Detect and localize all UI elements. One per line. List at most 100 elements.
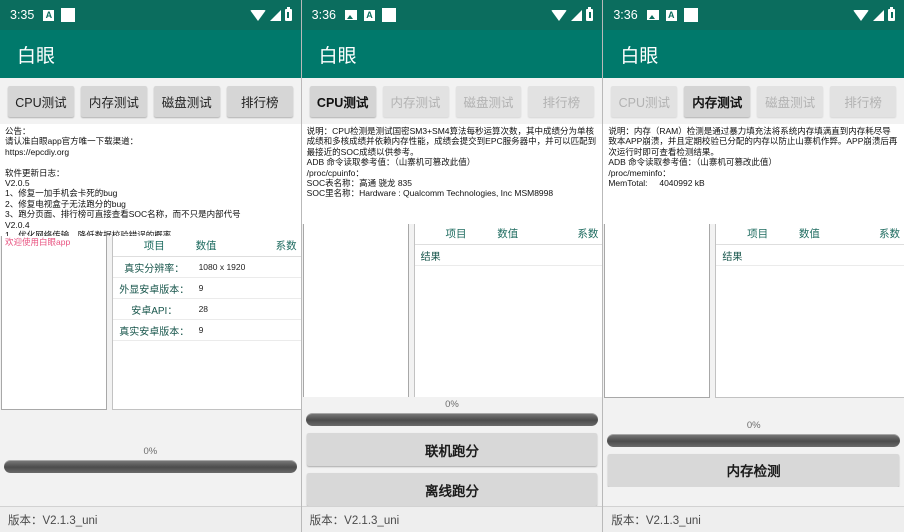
tab-cpu[interactable]: CPU测试 bbox=[611, 85, 678, 117]
table-header-item: 项目 bbox=[414, 224, 498, 245]
cell-item: 真实安卓版本： bbox=[113, 319, 196, 341]
table-header-coef: 系数 bbox=[860, 224, 904, 245]
wifi-icon bbox=[853, 9, 870, 21]
screen-memory: 3:36 A 白眼 CPU测试 内存测试 磁盘测试 排行榜 说明：内存（RAM）检测是通过暴力… bbox=[603, 0, 904, 532]
status-bar: 3:36 A bbox=[301, 0, 603, 30]
progress-percent-label: 0% bbox=[143, 445, 158, 457]
tab-cpu[interactable]: CPU测试 bbox=[8, 85, 74, 117]
log-output-box[interactable] bbox=[302, 224, 409, 397]
battery-icon bbox=[284, 7, 292, 21]
description-text: 公告： 请认准白眼app官方唯一下载渠道： https://epcdiy.org… bbox=[0, 124, 301, 236]
cell-coef bbox=[257, 298, 301, 320]
table-header-value: 数值 bbox=[497, 224, 560, 245]
tab-ranking[interactable]: 排行榜 bbox=[528, 85, 595, 117]
results-table: 项目 数值 系数 真实分辨率： 1080 x 1920 外显安卓版本： 9 安卓API： 28 真… bbox=[113, 236, 301, 341]
status-bar: 3:35 A bbox=[0, 0, 301, 30]
table-row: 外显安卓版本： 9 bbox=[113, 277, 301, 299]
cell-value: 9 bbox=[195, 319, 258, 341]
progress-bar[interactable] bbox=[607, 433, 901, 447]
app-title: 白眼 bbox=[620, 45, 659, 67]
status-bar-left-icons: A bbox=[43, 8, 249, 22]
cell-value bbox=[798, 244, 861, 266]
results-table: 项目 数值 系数 结果 bbox=[716, 224, 904, 266]
tab-label: 内存测试 bbox=[692, 95, 743, 110]
version-label: 版本：V2.1.3_uni bbox=[8, 514, 98, 527]
tab-cpu[interactable]: CPU测试 bbox=[309, 85, 376, 117]
table-header-item: 项目 bbox=[716, 224, 799, 245]
tab-memory[interactable]: 内存测试 bbox=[684, 85, 751, 117]
cell-value bbox=[497, 244, 560, 266]
cell-coef bbox=[257, 256, 301, 278]
progress-bar[interactable] bbox=[305, 413, 599, 426]
tab-label: 内存测试 bbox=[390, 95, 441, 110]
table-header-row: 项目 数值 系数 bbox=[113, 236, 301, 257]
online-benchmark-button[interactable]: 联机跑分 bbox=[306, 433, 598, 466]
status-bar-right-icons bbox=[551, 7, 594, 21]
log-welcome-text: 欢迎使用白眼app bbox=[5, 237, 71, 247]
cell-coef bbox=[257, 319, 301, 341]
letter-a-icon: A bbox=[364, 9, 376, 21]
tab-label: 内存测试 bbox=[88, 95, 139, 110]
tab-label: CPU测试 bbox=[618, 95, 670, 110]
app-title: 白眼 bbox=[17, 45, 56, 67]
screen-home: 3:35 A 白眼 CPU测试 内存测试 磁盘测试 排行榜公告： 请认准白眼app官方唯一下… bbox=[0, 0, 301, 532]
cell-item: 结果 bbox=[716, 244, 799, 266]
tab-disk[interactable]: 磁盘测试 bbox=[153, 85, 220, 117]
tab-disk[interactable]: 磁盘测试 bbox=[757, 85, 824, 117]
status-bar: 3:36 A bbox=[603, 0, 904, 30]
tab-label: 磁盘测试 bbox=[161, 95, 212, 110]
results-table-wrapper: 项目 数值 系数 真实分辨率： 1080 x 1920 外显安卓版本： 9 安卓API： 28 真… bbox=[112, 236, 301, 410]
status-bar-left-icons: A bbox=[345, 8, 551, 22]
cell-item: 结果 bbox=[414, 244, 498, 266]
tab-bar: CPU测试 内存测试 磁盘测试 排行榜 bbox=[0, 78, 301, 124]
progress-percent-label: 0% bbox=[746, 419, 761, 431]
tab-memory[interactable]: 内存测试 bbox=[80, 85, 147, 117]
table-row: 结果 bbox=[414, 244, 603, 266]
table-header-row: 项目 数值 系数 bbox=[414, 224, 603, 245]
tab-label: 排行榜 bbox=[240, 95, 279, 110]
app-title: 白眼 bbox=[318, 45, 357, 67]
version-footer: 版本：V2.1.3_uni bbox=[603, 506, 904, 532]
cell-value: 9 bbox=[195, 277, 258, 299]
tab-bar: CPU测试 内存测试 磁盘测试 排行榜 bbox=[301, 78, 603, 124]
memory-test-button[interactable]: 内存检测 bbox=[608, 453, 900, 487]
progress-bar[interactable] bbox=[4, 459, 297, 473]
tab-ranking[interactable]: 排行榜 bbox=[830, 85, 897, 117]
version-label: 版本：V2.1.3_uni bbox=[309, 514, 400, 527]
signal-icon bbox=[269, 9, 281, 21]
results-table-wrapper: 项目 数值 系数 结果 bbox=[715, 224, 904, 398]
wifi-icon bbox=[551, 9, 568, 21]
version-footer: 版本：V2.1.3_uni bbox=[301, 506, 603, 532]
table-header-row: 项目 数值 系数 bbox=[716, 224, 904, 245]
table-row: 真实安卓版本： 9 bbox=[113, 319, 301, 341]
progress-area: 0% bbox=[0, 443, 301, 473]
content-area: 欢迎使用白眼app 项目 数值 系数 真实分辨率： 1080 x 1920 外显安卓版本： 9… bbox=[0, 236, 301, 444]
filler-space bbox=[0, 472, 301, 506]
offline-benchmark-button[interactable]: 离线跑分 bbox=[306, 473, 598, 506]
cell-item: 安卓API： bbox=[113, 298, 196, 320]
status-bar-time: 3:36 bbox=[311, 8, 337, 22]
cell-value: 1080 x 1920 bbox=[195, 256, 258, 278]
action-buttons: 联机跑分 离线跑分 bbox=[301, 426, 603, 506]
white-square-icon bbox=[61, 8, 76, 22]
table-header-coef: 系数 bbox=[559, 224, 603, 245]
log-output-box[interactable] bbox=[604, 224, 711, 398]
tab-label: CPU测试 bbox=[15, 95, 67, 110]
screenshot-strip: 3:35 A 白眼 CPU测试 内存测试 磁盘测试 排行榜 公告： 请认准白眼app官方唯一下… bbox=[0, 0, 904, 532]
tab-disk[interactable]: 磁盘测试 bbox=[455, 85, 522, 117]
version-footer: 版本：V2.1.3_uni bbox=[0, 506, 301, 532]
tab-memory[interactable]: 内存测试 bbox=[382, 85, 449, 117]
status-bar-time: 3:35 bbox=[10, 8, 35, 22]
table-header-coef: 系数 bbox=[257, 236, 301, 257]
status-bar-time: 3:36 bbox=[613, 8, 638, 22]
app-bar: 白眼 bbox=[301, 30, 603, 78]
description-text: 说明：CPU检测是测试国密SM3+SM4算法每秒运算次数，其中成绩分为单核成绩和… bbox=[301, 124, 603, 224]
status-bar-right-icons bbox=[249, 7, 292, 21]
tab-ranking[interactable]: 排行榜 bbox=[226, 85, 293, 117]
filler-space bbox=[603, 486, 904, 506]
table-header-item: 项目 bbox=[113, 236, 196, 257]
table-row: 真实分辨率： 1080 x 1920 bbox=[113, 256, 301, 278]
status-bar-right-icons bbox=[853, 7, 896, 21]
log-output-box[interactable]: 欢迎使用白眼app bbox=[1, 236, 107, 410]
battery-icon bbox=[586, 7, 594, 21]
